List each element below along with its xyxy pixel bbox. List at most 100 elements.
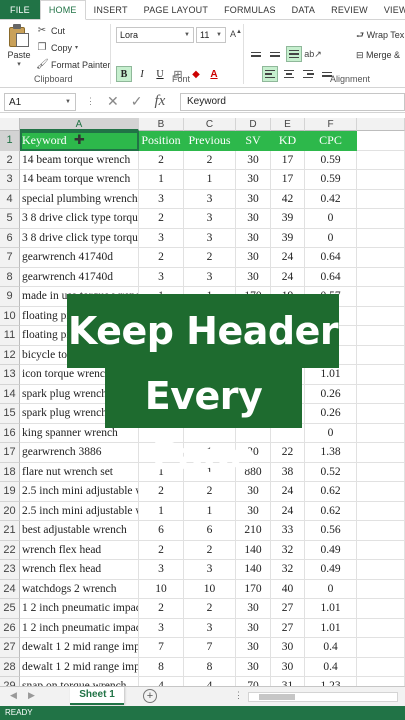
row-header[interactable]: 24 <box>0 579 20 599</box>
table-cell[interactable]: 140 <box>236 560 271 580</box>
table-cell[interactable]: 30 <box>236 501 271 521</box>
table-cell[interactable]: 3 <box>184 189 236 209</box>
align-center-icon[interactable] <box>281 66 297 82</box>
table-cell[interactable]: 30 <box>271 657 305 677</box>
table-cell[interactable]: 2 <box>184 540 236 560</box>
row-header[interactable]: 3 <box>0 170 20 190</box>
row-header[interactable]: 10 <box>0 306 20 326</box>
table-cell[interactable]: 3 <box>184 209 236 229</box>
table-cell[interactable]: 0 <box>305 209 357 229</box>
table-cell[interactable] <box>357 384 405 404</box>
column-header-d[interactable]: D <box>236 118 271 131</box>
table-cell[interactable]: 27 <box>271 618 305 638</box>
table-cell[interactable]: 3 <box>184 228 236 248</box>
paste-dropdown-icon[interactable]: ▾ <box>6 60 32 68</box>
table-cell[interactable]: 2 <box>139 599 184 619</box>
table-cell[interactable]: 17 <box>271 150 305 170</box>
table-cell[interactable]: best adjustable wrench <box>20 521 139 541</box>
column-header-g[interactable] <box>357 118 405 131</box>
table-cell[interactable]: 0 <box>305 579 357 599</box>
row-header[interactable]: 22 <box>0 540 20 560</box>
cut-button[interactable]: ✂ Cut <box>36 22 111 39</box>
table-cell[interactable]: 38 <box>271 462 305 482</box>
column-header-b[interactable]: B <box>139 118 184 131</box>
table-cell[interactable]: 1.01 <box>305 618 357 638</box>
table-cell[interactable]: 0.64 <box>305 267 357 287</box>
table-cell[interactable] <box>357 287 405 307</box>
row-header[interactable]: 19 <box>0 482 20 502</box>
table-cell[interactable]: 1.01 <box>305 599 357 619</box>
row-header[interactable]: 16 <box>0 423 20 443</box>
row-header[interactable]: 18 <box>0 462 20 482</box>
sheet-tab-sheet1[interactable]: Sheet 1 <box>70 687 124 705</box>
table-cell[interactable]: dewalt 1 2 mid range impact <box>20 638 139 658</box>
table-cell[interactable]: 0.42 <box>305 189 357 209</box>
table-cell[interactable]: 27 <box>271 599 305 619</box>
row-header[interactable]: 23 <box>0 560 20 580</box>
orientation-icon[interactable]: ab↗ <box>304 46 322 62</box>
table-cell[interactable]: special plumbing wrench <box>20 189 139 209</box>
table-cell[interactable]: 0.26 <box>305 404 357 424</box>
column-header-c[interactable]: C <box>184 118 236 131</box>
table-cell[interactable] <box>357 443 405 463</box>
table-cell[interactable] <box>357 209 405 229</box>
table-cell[interactable]: 30 <box>236 150 271 170</box>
table-cell[interactable]: flare nut wrench set <box>20 462 139 482</box>
table-cell[interactable] <box>357 482 405 502</box>
row-header[interactable]: 9 <box>0 287 20 307</box>
row-header[interactable]: 12 <box>0 345 20 365</box>
table-cell[interactable]: 40 <box>271 579 305 599</box>
table-cell[interactable]: 0.62 <box>305 482 357 502</box>
row-header[interactable]: 13 <box>0 365 20 385</box>
table-cell[interactable]: 0.59 <box>305 170 357 190</box>
row-header[interactable]: 14 <box>0 384 20 404</box>
table-cell[interactable]: 3 <box>139 560 184 580</box>
table-cell[interactable]: gearwrench 41740d <box>20 267 139 287</box>
table-cell[interactable] <box>357 540 405 560</box>
table-cell[interactable]: 0.52 <box>305 462 357 482</box>
row-header[interactable]: 8 <box>0 267 20 287</box>
table-cell[interactable]: 32 <box>271 540 305 560</box>
tab-data[interactable]: DATA <box>284 0 323 19</box>
table-cell[interactable]: 30 <box>236 657 271 677</box>
table-cell[interactable]: 0.59 <box>305 150 357 170</box>
table-cell[interactable]: 2.5 inch mini adjustable wrench <box>20 482 139 502</box>
merge-button[interactable]: ⊟ Merge & <box>356 50 400 61</box>
align-top-icon[interactable] <box>248 46 264 62</box>
table-cell[interactable]: 0.4 <box>305 657 357 677</box>
table-cell[interactable]: 2 <box>139 209 184 229</box>
table-cell[interactable] <box>357 131 405 151</box>
table-cell[interactable] <box>357 189 405 209</box>
row-header[interactable]: 21 <box>0 521 20 541</box>
table-cell[interactable]: 30 <box>236 248 271 268</box>
font-color-icon[interactable]: A <box>206 66 222 82</box>
table-cell[interactable]: 8 <box>184 657 236 677</box>
table-cell[interactable] <box>357 150 405 170</box>
table-cell[interactable]: 0.64 <box>305 248 357 268</box>
table-cell[interactable]: 30 <box>236 228 271 248</box>
name-box[interactable]: A1 ▼ <box>4 93 76 111</box>
table-cell[interactable]: 3 8 drive click type torque <box>20 228 139 248</box>
table-cell[interactable]: 3 <box>139 228 184 248</box>
table-cell[interactable]: 140 <box>236 540 271 560</box>
table-cell[interactable]: 1 2 inch pneumatic impact <box>20 618 139 638</box>
table-cell[interactable]: 1 <box>184 501 236 521</box>
table-cell[interactable]: 24 <box>271 248 305 268</box>
table-cell[interactable]: 30 <box>236 189 271 209</box>
table-cell[interactable]: 3 <box>139 618 184 638</box>
table-cell[interactable]: watchdogs 2 wrench <box>20 579 139 599</box>
table-cell[interactable]: 32 <box>271 560 305 580</box>
table-cell[interactable]: 30 <box>236 599 271 619</box>
table-cell[interactable]: 30 <box>236 618 271 638</box>
table-cell[interactable] <box>357 501 405 521</box>
table-cell[interactable]: 0 <box>305 228 357 248</box>
table-cell[interactable]: 24 <box>271 501 305 521</box>
table-cell[interactable]: 10 <box>139 579 184 599</box>
header-cell[interactable]: KD <box>271 131 305 151</box>
table-cell[interactable]: 17 <box>271 170 305 190</box>
row-header[interactable]: 4 <box>0 189 20 209</box>
row-header[interactable]: 11 <box>0 326 20 346</box>
tab-view[interactable]: VIEW <box>376 0 405 19</box>
table-cell[interactable]: 2.5 inch mini adjustable wrench <box>20 501 139 521</box>
horizontal-scrollbar[interactable] <box>248 692 398 702</box>
